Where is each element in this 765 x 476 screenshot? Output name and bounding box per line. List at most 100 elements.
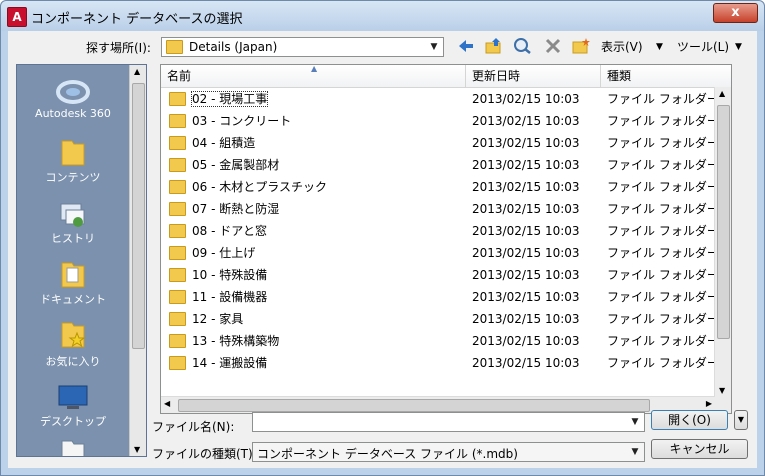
scroll-left-icon[interactable]: ◀ [164, 399, 170, 408]
place-more[interactable] [17, 437, 129, 456]
place-label: デスクトップ [40, 415, 106, 428]
tools-menu[interactable]: ツール(L) [677, 37, 729, 57]
table-row[interactable]: 12 - 家具 2013/02/15 10:03 ファイル フォルダー [161, 308, 719, 330]
new-folder-icon[interactable] [571, 37, 591, 57]
places-scrollbar[interactable]: ▲ ▼ [129, 65, 146, 456]
place-favorites[interactable]: お気に入り [17, 319, 129, 369]
folder-icon [166, 39, 183, 54]
title-bar[interactable]: A コンポーネント データベースの選択 x [1, 1, 764, 31]
chevron-down-icon: ▼ [631, 417, 639, 427]
table-row[interactable]: 02 - 現場工事 2013/02/15 10:03 ファイル フォルダー [161, 88, 719, 110]
folder-icon [169, 179, 186, 194]
folder-icon [169, 355, 186, 370]
place-autodesk-360[interactable]: Autodesk 360 [17, 77, 129, 120]
folder-icon [169, 333, 186, 348]
folder-icon [169, 223, 186, 238]
row-name: 04 - 組積造 [192, 136, 256, 150]
list-vertical-scrollbar[interactable]: ▲ ▼ [714, 87, 731, 397]
table-row[interactable]: 03 - コンクリート 2013/02/15 10:03 ファイル フォルダー [161, 110, 719, 132]
row-date: 2013/02/15 10:03 [472, 334, 580, 348]
scroll-up-icon[interactable]: ▲ [719, 89, 725, 98]
row-name: 11 - 設備機器 [192, 290, 268, 304]
place-desktop[interactable]: デスクトップ [17, 383, 129, 429]
history-icon [58, 198, 88, 230]
place-documents[interactable]: ドキュメント [17, 259, 129, 307]
open-options-button[interactable]: ▼ [734, 410, 748, 430]
scroll-down-icon[interactable]: ▼ [134, 445, 140, 454]
row-name: 10 - 特殊設備 [192, 268, 268, 282]
up-folder-icon[interactable] [484, 37, 504, 57]
table-row[interactable]: 08 - ドアと窓 2013/02/15 10:03 ファイル フォルダー [161, 220, 719, 242]
row-type: ファイル フォルダー [607, 224, 719, 238]
list-horizontal-scrollbar[interactable]: ◀ ▶ [161, 396, 715, 413]
window-title: コンポーネント データベースの選択 [31, 12, 243, 27]
row-name-cell: 08 - ドアと窓 [169, 220, 267, 242]
row-name-cell: 03 - コンクリート [169, 110, 291, 132]
filename-input[interactable]: ▼ [252, 412, 645, 432]
documents-icon [58, 259, 88, 291]
view-menu[interactable]: 表示(V) [601, 37, 643, 57]
column-header-type[interactable]: 種類 [601, 65, 731, 87]
scroll-up-icon[interactable]: ▲ [134, 67, 140, 76]
row-date: 2013/02/15 10:03 [472, 224, 580, 238]
list-hscroll-thumb[interactable] [178, 399, 650, 412]
place-label: お気に入り [45, 355, 101, 368]
row-name: 05 - 金属製部材 [192, 158, 280, 172]
dialog-window: A コンポーネント データベースの選択 x 探す場所(I): Details (… [0, 0, 765, 476]
table-row[interactable]: 09 - 仕上げ 2013/02/15 10:03 ファイル フォルダー [161, 242, 719, 264]
place-history[interactable]: ヒストリ [17, 198, 129, 246]
table-row[interactable]: 14 - 運搬設備 2013/02/15 10:03 ファイル フォルダー [161, 352, 719, 374]
cancel-button-label: キャンセル [669, 442, 730, 456]
row-date: 2013/02/15 10:03 [472, 136, 580, 150]
column-header-date[interactable]: 更新日時 [466, 65, 601, 87]
table-row[interactable]: 05 - 金属製部材 2013/02/15 10:03 ファイル フォルダー [161, 154, 719, 176]
place-contents[interactable]: コンテンツ [17, 137, 129, 185]
list-header: 名前 ▲ 更新日時 種類 [161, 65, 731, 88]
row-date: 2013/02/15 10:03 [472, 290, 580, 304]
row-name: 06 - 木材とプラスチック [192, 180, 327, 194]
chevron-down-icon: ▼ [631, 447, 639, 457]
table-row[interactable]: 13 - 特殊構築物 2013/02/15 10:03 ファイル フォルダー [161, 330, 719, 352]
row-name: 14 - 運搬設備 [192, 356, 268, 370]
back-icon[interactable] [457, 37, 475, 57]
table-row[interactable]: 07 - 断熱と防湿 2013/02/15 10:03 ファイル フォルダー [161, 198, 719, 220]
table-row[interactable]: 11 - 設備機器 2013/02/15 10:03 ファイル フォルダー [161, 286, 719, 308]
row-type: ファイル フォルダー [607, 334, 719, 348]
row-name-cell: 09 - 仕上げ [169, 242, 255, 264]
folder-icon [169, 91, 186, 106]
table-row[interactable]: 06 - 木材とプラスチック 2013/02/15 10:03 ファイル フォルダー [161, 176, 719, 198]
view-menu-chevron-icon[interactable]: ▼ [656, 37, 663, 57]
filetype-value: コンポーネント データベース ファイル (*.mdb) [257, 447, 518, 461]
folder-icon [169, 311, 186, 326]
table-row[interactable]: 10 - 特殊設備 2013/02/15 10:03 ファイル フォルダー [161, 264, 719, 286]
filetype-select[interactable]: コンポーネント データベース ファイル (*.mdb) ▼ [252, 442, 645, 462]
list-vscroll-thumb[interactable] [717, 105, 730, 339]
app-icon: A [7, 7, 27, 27]
tools-menu-chevron-icon[interactable]: ▼ [735, 37, 742, 57]
row-name: 13 - 特殊構築物 [192, 334, 280, 348]
row-name-cell: 12 - 家具 [169, 308, 243, 330]
view-menu-label: 表示(V) [601, 40, 643, 54]
row-name-cell: 13 - 特殊構築物 [169, 330, 279, 352]
filename-label: ファイル名(N): [152, 420, 235, 434]
place-label: ドキュメント [40, 293, 106, 306]
places-scroll-thumb[interactable] [132, 83, 145, 349]
scroll-down-icon[interactable]: ▼ [719, 386, 725, 395]
row-date: 2013/02/15 10:03 [472, 246, 580, 260]
file-list: 名前 ▲ 更新日時 種類 02 - 現場工事 2013/02/15 10:03 ファ… [160, 64, 732, 414]
open-button[interactable]: 開く(O) [651, 410, 728, 430]
filetype-label: ファイルの種類(T): [152, 447, 257, 461]
cancel-button[interactable]: キャンセル [651, 439, 748, 459]
place-label: コンテンツ [45, 171, 101, 184]
row-date: 2013/02/15 10:03 [472, 356, 580, 370]
row-name-cell: 05 - 金属製部材 [169, 154, 279, 176]
close-button[interactable]: x [713, 3, 758, 23]
row-name-cell: 11 - 設備機器 [169, 286, 267, 308]
scroll-right-icon[interactable]: ▶ [706, 399, 712, 408]
lookin-combo[interactable]: Details (Japan) ▼ [161, 37, 444, 57]
table-row[interactable]: 04 - 組積造 2013/02/15 10:03 ファイル フォルダー [161, 132, 719, 154]
row-date: 2013/02/15 10:03 [472, 158, 580, 172]
delete-icon[interactable] [544, 37, 562, 57]
search-web-icon[interactable] [513, 37, 533, 57]
row-type: ファイル フォルダー [607, 312, 719, 326]
